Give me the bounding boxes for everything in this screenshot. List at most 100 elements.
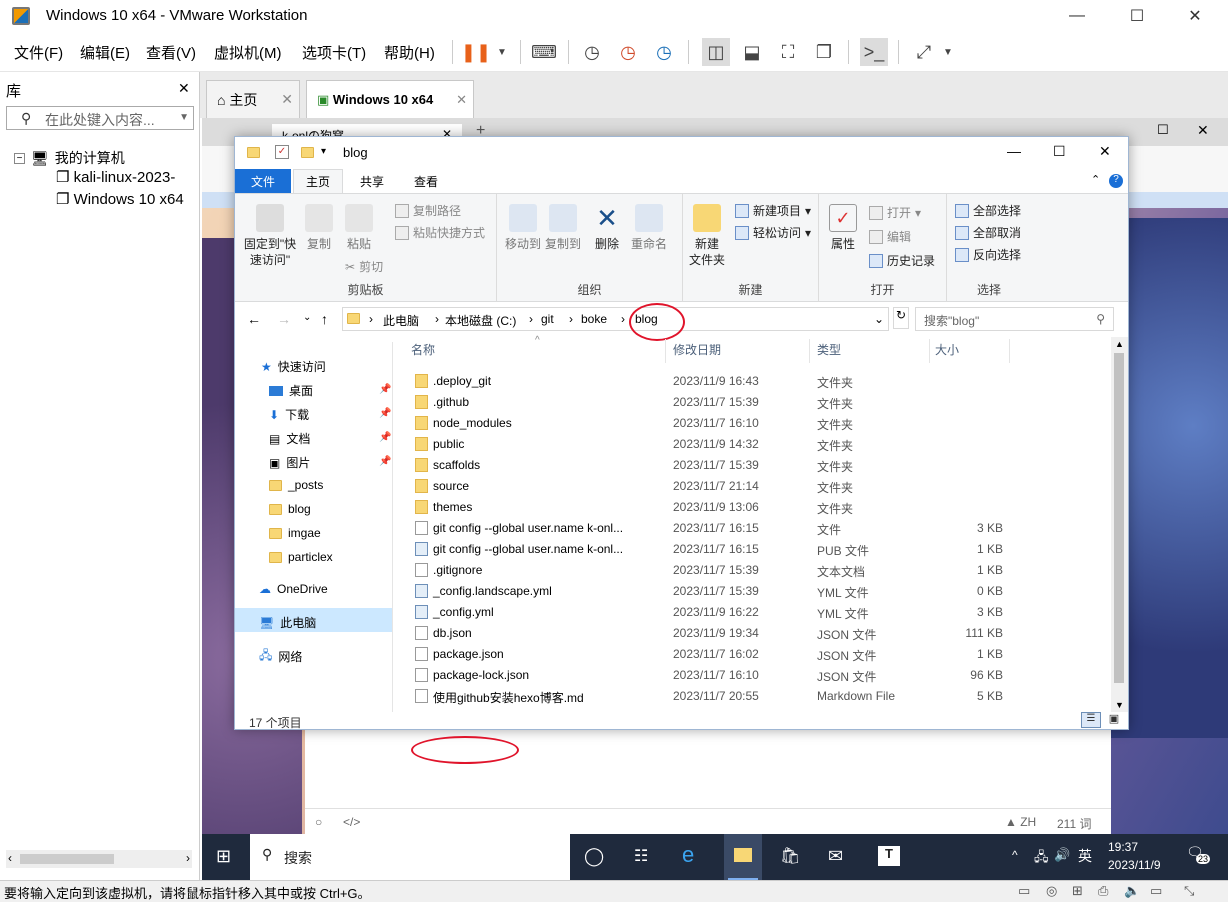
address-dropdown-icon[interactable]: ⌄ <box>874 312 884 326</box>
library-item-windows[interactable]: ❐ Windows 10 x64 <box>56 190 198 208</box>
refresh-icon[interactable]: ↻ <box>893 307 909 329</box>
properties-button[interactable]: ✓ 属性 <box>823 204 863 252</box>
nav-desktop[interactable]: 桌面 <box>269 382 313 399</box>
file-row[interactable]: public 2023/11/9 14:32 文件夹 <box>395 434 1111 455</box>
ribbon-collapse-icon[interactable]: ⌃ <box>1091 173 1100 186</box>
menu-tabs[interactable]: 选项卡(T) <box>302 42 366 63</box>
full-screen-icon[interactable]: ⛶ <box>774 38 802 66</box>
search-input[interactable]: 搜索"blog" ⚲ <box>915 307 1114 331</box>
properties-icon[interactable]: ✓ <box>275 145 289 159</box>
file-row[interactable]: source 2023/11/7 21:14 文件夹 <box>395 476 1111 497</box>
mail-icon[interactable]: ✉ <box>828 846 843 867</box>
menu-view[interactable]: 查看(V) <box>146 42 196 63</box>
select-none-button[interactable]: 全部取消 <box>955 224 1021 241</box>
tab-file[interactable]: 文件 <box>235 169 291 193</box>
tab-home[interactable]: ⌂ 主页 ✕ <box>206 80 300 118</box>
menu-vm[interactable]: 虚拟机(M) <box>214 42 282 63</box>
recent-dropdown-icon[interactable]: ⌄ <box>303 312 311 323</box>
paste-shortcut-button[interactable]: 粘贴快捷方式 <box>395 224 485 241</box>
volume-icon[interactable]: 🔊 <box>1054 847 1070 863</box>
file-row[interactable]: package.json 2023/11/7 16:02 JSON 文件 1 KB <box>395 644 1111 665</box>
tab-view[interactable]: 查看 <box>401 169 451 193</box>
nav-documents[interactable]: ▤ 文档 <box>269 430 310 447</box>
file-row[interactable]: _config.landscape.yml 2023/11/7 15:39 YML … <box>395 581 1111 602</box>
nav-onedrive[interactable]: ☁ OneDrive <box>259 582 328 596</box>
column-type[interactable]: 类型 <box>817 341 841 361</box>
select-all-button[interactable]: 全部选择 <box>955 202 1021 219</box>
file-row[interactable]: package-lock.json 2023/11/7 16:10 JSON 文件 9… <box>395 665 1111 686</box>
nav-this-pc[interactable]: 🖥 此电脑 <box>259 614 316 631</box>
clock-date[interactable]: 2023/11/9 <box>1108 858 1161 872</box>
explorer-close-button[interactable]: ✕ <box>1099 143 1111 160</box>
nav-posts[interactable]: _posts <box>269 478 323 492</box>
pause-icon[interactable]: ❚❚ <box>461 38 491 66</box>
ime-indicator[interactable]: 英 <box>1078 846 1092 866</box>
chevron-down-icon[interactable]: ▼ <box>179 112 189 123</box>
typora-icon[interactable]: T <box>878 846 900 866</box>
close-button[interactable]: ✕ <box>1170 0 1220 32</box>
file-row[interactable]: git config --global user.name k-onl... 20… <box>395 539 1111 560</box>
menu-file[interactable]: 文件(F) <box>14 42 63 63</box>
tray-chevron-icon[interactable]: ^ <box>1012 848 1018 862</box>
console-icon[interactable]: >_ <box>860 38 888 66</box>
up-arrow-icon[interactable]: ↑ <box>321 311 328 327</box>
copy-to-button[interactable]: 复制到 <box>543 204 583 252</box>
delete-button[interactable]: ✕ 删除 <box>589 204 625 252</box>
edge-icon[interactable]: e <box>682 842 694 868</box>
new-folder-button[interactable]: 新建 文件夹 <box>687 204 727 268</box>
pause-dropdown-icon[interactable]: ▼ <box>488 38 516 66</box>
crumb-boke[interactable]: boke <box>581 312 607 326</box>
library-close-icon[interactable]: ✕ <box>178 80 190 97</box>
nav-particlex[interactable]: particlex <box>269 550 333 564</box>
file-row[interactable]: git config --global user.name k-onl... 20… <box>395 518 1111 539</box>
library-root[interactable]: − 🖥 我的计算机 <box>14 148 125 168</box>
file-row[interactable]: 使用github安装hexo博客.md 2023/11/7 20:55 Markdo… <box>395 686 1111 707</box>
crumb-drive[interactable]: 本地磁盘 (C:) <box>445 312 516 329</box>
printer-icon[interactable]: ⎙ <box>1098 883 1108 899</box>
library-hscrollbar[interactable]: ‹ › <box>6 850 192 868</box>
send-ctrl-alt-del-icon[interactable]: ⌨ <box>530 38 558 66</box>
file-row[interactable]: _config.yml 2023/11/9 16:22 YML 文件 3 KB <box>395 602 1111 623</box>
network-adapter-icon[interactable]: ⊞ <box>1072 883 1083 899</box>
details-view-icon[interactable]: ☰ <box>1081 712 1101 728</box>
network-icon[interactable]: 🖧 <box>1034 848 1049 870</box>
maximize-button[interactable]: ☐ <box>1112 0 1162 32</box>
file-row[interactable]: themes 2023/11/9 13:06 文件夹 <box>395 497 1111 518</box>
file-row[interactable]: scaffolds 2023/11/7 15:39 文件夹 <box>395 455 1111 476</box>
invert-selection-button[interactable]: 反向选择 <box>955 246 1021 263</box>
vertical-scrollbar[interactable]: ▲ ▼ <box>1111 337 1128 712</box>
cut-button[interactable]: ✂ 剪切 <box>345 258 383 275</box>
nav-blog[interactable]: blog <box>269 502 311 516</box>
easy-access-button[interactable]: 轻松访问 ▾ <box>735 224 811 241</box>
copy-path-button[interactable]: 复制路径 <box>395 202 461 219</box>
pin-quick-access-button[interactable]: 固定到"快速访问" <box>241 204 299 268</box>
file-row[interactable]: .deploy_git 2023/11/9 16:43 文件夹 <box>395 371 1111 392</box>
copy-button[interactable]: 复制 <box>301 204 337 252</box>
move-to-button[interactable]: 移动到 <box>503 204 543 252</box>
column-name[interactable]: 名称 <box>411 341 435 361</box>
unity-icon[interactable]: ❐ <box>810 38 838 66</box>
new-folder-icon[interactable] <box>301 147 314 158</box>
store-icon[interactable]: 🛍 <box>780 846 800 866</box>
tab-close-icon[interactable]: ✕ <box>281 91 293 108</box>
display-icon[interactable]: ▭ <box>1150 883 1162 899</box>
tab-home[interactable]: 主页 <box>293 169 343 193</box>
crumb-pc[interactable]: 此电脑 <box>383 312 419 329</box>
explorer-minimize-button[interactable]: — <box>1007 143 1021 159</box>
revert-snapshot-icon[interactable]: ◷ <box>614 38 642 66</box>
rename-button[interactable]: 重命名 <box>627 204 671 252</box>
qat-dropdown-icon[interactable]: ▾ <box>321 146 326 157</box>
paste-button[interactable]: 粘贴 <box>341 204 377 252</box>
history-button[interactable]: 历史记录 <box>869 252 935 269</box>
snapshot-icon[interactable]: ◷ <box>578 38 606 66</box>
nav-quick-access[interactable]: ★ 快速访问 <box>261 358 326 375</box>
forward-arrow-icon[interactable]: → <box>277 311 291 327</box>
clock-time[interactable]: 19:37 <box>1108 840 1138 854</box>
menu-help[interactable]: 帮助(H) <box>384 42 435 63</box>
nav-downloads[interactable]: ⬇ 下载 <box>269 406 309 423</box>
nav-pictures[interactable]: ▣ 图片 <box>269 454 310 471</box>
column-size[interactable]: 大小 <box>935 341 959 361</box>
cdrom-icon[interactable]: ◎ <box>1046 883 1057 899</box>
breadcrumb[interactable]: › 此电脑 › 本地磁盘 (C:) › git › boke › blog ⌄ <box>342 307 889 331</box>
open-button[interactable]: 打开 ▾ <box>869 204 921 221</box>
